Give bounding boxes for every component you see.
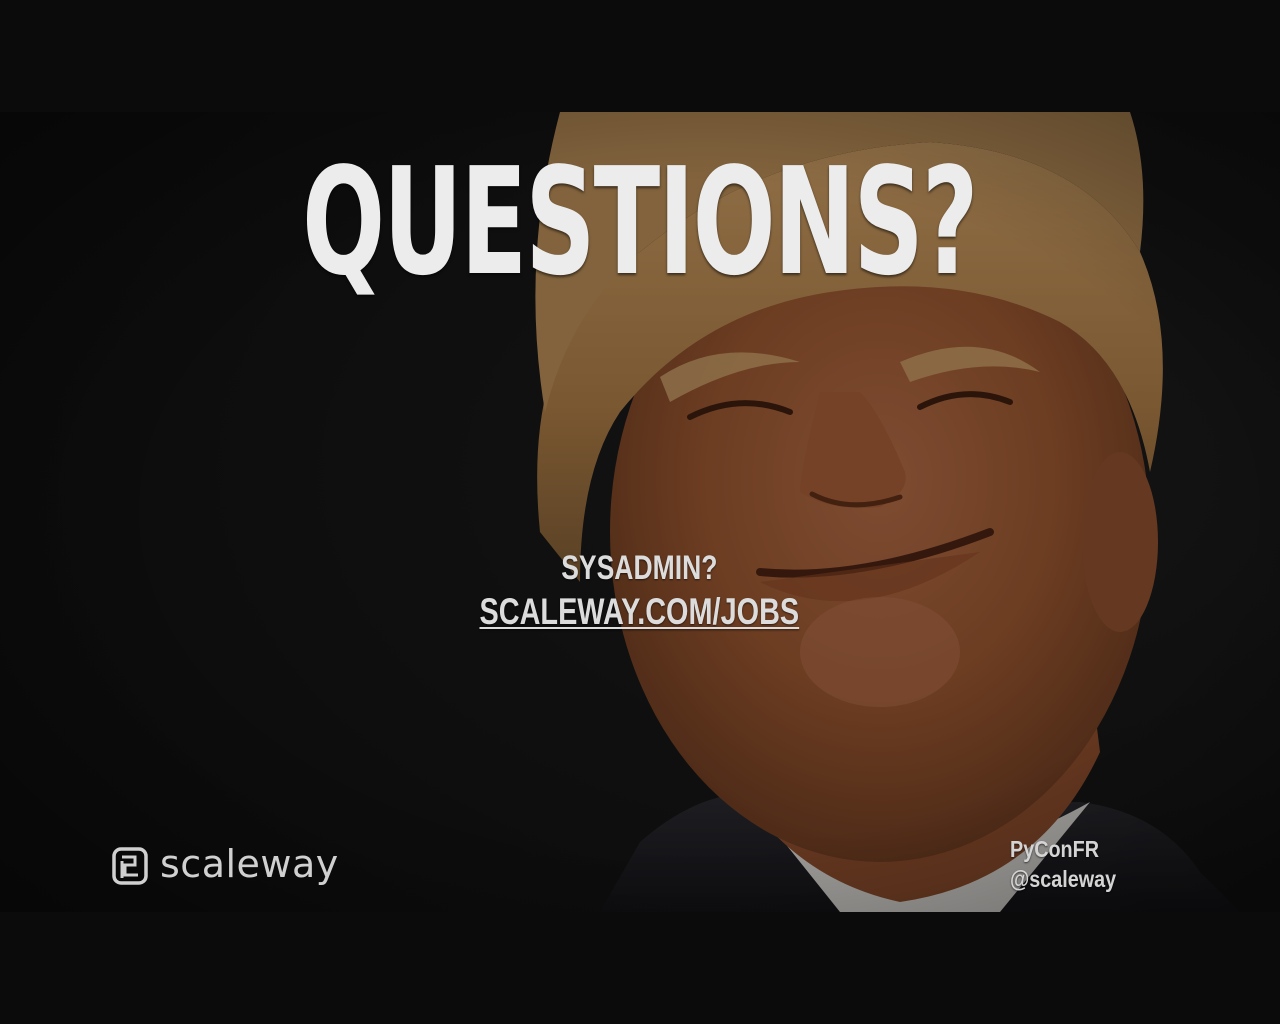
video-frame: QUESTIONS? SYSADMIN? SCALEWAY.COM/JOBS s… bbox=[0, 0, 1280, 1024]
twitter-handle: @scaleway bbox=[1010, 866, 1117, 892]
event-name: PyConFR bbox=[1010, 836, 1100, 862]
slide-title: QUESTIONS? bbox=[302, 136, 978, 308]
cta-question: SYSADMIN? bbox=[561, 549, 718, 587]
brand-name: scaleway bbox=[160, 842, 339, 886]
jobs-link[interactable]: SCALEWAY.COM/JOBS bbox=[140, 590, 1138, 634]
presentation-slide: QUESTIONS? SYSADMIN? SCALEWAY.COM/JOBS s… bbox=[0, 112, 1280, 912]
brand-logo: scaleway bbox=[112, 842, 339, 888]
event-credits: PyConFR @scaleway bbox=[1010, 834, 1116, 894]
scaleway-logo-icon bbox=[112, 847, 148, 885]
